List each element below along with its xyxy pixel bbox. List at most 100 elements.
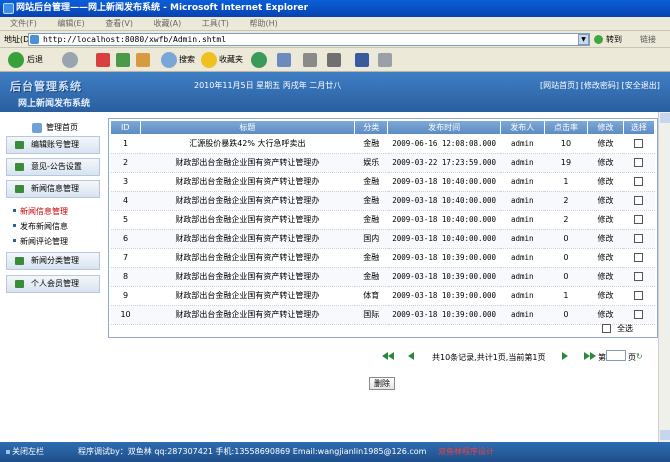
favorites-icon[interactable] <box>201 52 217 68</box>
cell-clicks: 0 <box>544 305 588 325</box>
row-checkbox[interactable] <box>634 138 644 148</box>
back-button[interactable]: 后退 <box>27 52 43 68</box>
sidebar-link-comment-manage[interactable]: 新闻评论管理 <box>13 236 68 247</box>
close-sidebar-link[interactable]: 关闭左栏 <box>6 442 44 462</box>
table-header-row: ID 标题 分类 发布时间 发布人 点击率 修改 选择 <box>111 121 656 134</box>
edit-link[interactable]: 修改 <box>587 210 624 230</box>
edit-link[interactable]: 修改 <box>587 267 624 287</box>
sidebar-item-home[interactable]: 管理首页 <box>6 121 100 135</box>
menu-view[interactable]: 查看(V) <box>105 19 133 28</box>
page-number-input[interactable] <box>606 350 626 361</box>
cell-clicks: 19 <box>544 153 588 173</box>
address-input[interactable]: http://localhost:8080/xwfb/Admin.shtml <box>28 33 590 46</box>
menu-tools[interactable]: 工具(T) <box>202 19 229 28</box>
scroll-down-icon[interactable] <box>660 430 670 440</box>
cell-title[interactable]: 财政部出台金融企业国有资产转让管理办 <box>140 229 355 249</box>
search-button[interactable]: 搜索 <box>179 52 195 68</box>
cell-id: 6 <box>111 229 141 249</box>
back-icon[interactable] <box>8 52 24 68</box>
favorites-button[interactable]: 收藏夹 <box>219 52 243 68</box>
footer-author-link[interactable]: 双鱼林程序设计 <box>438 442 494 462</box>
cell-title[interactable]: 汇源股价暴跌42% 大行急呼卖出 <box>140 134 355 154</box>
cell-select <box>623 153 655 173</box>
edit-link[interactable]: 修改 <box>587 172 624 192</box>
cell-title[interactable]: 财政部出台金融企业国有资产转让管理办 <box>140 153 355 173</box>
cell-select <box>623 229 655 249</box>
logout-link[interactable]: [安全退出] <box>622 81 660 90</box>
go-page-icon[interactable]: ↻ <box>636 352 643 361</box>
folder-icon <box>15 163 24 171</box>
cell-category: 金融 <box>354 248 388 268</box>
edit-link[interactable]: 修改 <box>587 229 624 249</box>
forward-icon[interactable] <box>62 52 78 68</box>
menu-file[interactable]: 文件(F) <box>10 19 37 28</box>
messenger-icon[interactable] <box>355 53 369 67</box>
sidebar-item-notice[interactable]: 意见-公告设置 <box>6 158 100 176</box>
refresh-icon[interactable] <box>116 53 130 67</box>
scroll-up-icon[interactable] <box>660 113 670 123</box>
cell-title[interactable]: 财政部出台金融企业国有资产转让管理办 <box>140 210 355 230</box>
cell-author: admin <box>500 305 545 325</box>
row-checkbox[interactable] <box>634 310 644 319</box>
address-dropdown-icon[interactable]: ▼ <box>578 34 589 45</box>
row-checkbox[interactable] <box>634 291 644 300</box>
sidebar-item-news-info[interactable]: 新闻信息管理 <box>6 180 100 198</box>
print-icon[interactable] <box>303 53 317 67</box>
edit-link[interactable]: 修改 <box>587 134 624 154</box>
delete-button[interactable]: 删除 <box>369 377 395 390</box>
sidebar-item-edit-account[interactable]: 编辑账号管理 <box>6 136 100 154</box>
research-icon[interactable] <box>378 53 392 67</box>
cell-clicks: 1 <box>544 172 588 192</box>
select-all-checkbox[interactable] <box>602 324 611 333</box>
cell-category: 金融 <box>354 191 388 211</box>
cell-title[interactable]: 财政部出台金融企业国有资产转让管理办 <box>140 191 355 211</box>
news-table-panel: ID 标题 分类 发布时间 发布人 点击率 修改 选择 1 汇源股价暴跌42% … <box>108 118 658 338</box>
cell-title[interactable]: 财政部出台金融企业国有资产转让管理办 <box>140 172 355 192</box>
folder-icon <box>15 280 24 288</box>
row-checkbox[interactable] <box>634 272 644 281</box>
row-checkbox[interactable] <box>634 253 644 262</box>
home-icon[interactable] <box>136 53 150 67</box>
mail-icon[interactable] <box>277 53 291 67</box>
site-home-link[interactable]: [网站首页] <box>540 81 578 90</box>
cell-title[interactable]: 财政部出台金融企业国有资产转让管理办 <box>140 248 355 268</box>
sidebar-item-member[interactable]: 个人会员管理 <box>6 275 100 293</box>
change-password-link[interactable]: [修改密码] <box>581 81 619 90</box>
row-checkbox[interactable] <box>634 215 644 224</box>
sidebar-item-category[interactable]: 新闻分类管理 <box>6 252 100 270</box>
search-icon[interactable] <box>161 52 177 68</box>
col-select: 选择 <box>623 121 656 134</box>
cell-time: 2009-03-18 10:39:00.000 <box>387 267 501 287</box>
row-checkbox[interactable] <box>634 196 644 205</box>
row-checkbox[interactable] <box>634 177 644 186</box>
stop-icon[interactable] <box>96 53 110 67</box>
home-icon <box>32 123 42 133</box>
cell-title[interactable]: 财政部出台金融企业国有资产转让管理办 <box>140 305 355 325</box>
cell-title[interactable]: 财政部出台金融企业国有资产转让管理办 <box>140 267 355 287</box>
history-icon[interactable] <box>251 52 267 68</box>
edit-icon[interactable] <box>327 53 341 67</box>
go-icon[interactable] <box>594 35 603 44</box>
sidebar-item-label: 新闻信息管理 <box>31 184 79 193</box>
edit-link[interactable]: 修改 <box>587 286 624 306</box>
edit-link[interactable]: 修改 <box>587 191 624 211</box>
go-button[interactable]: 转到 <box>606 34 622 45</box>
cell-title[interactable]: 财政部出台金融企业国有资产转让管理办 <box>140 286 355 306</box>
menu-favorites[interactable]: 收藏(A) <box>154 19 182 28</box>
edit-link[interactable]: 修改 <box>587 248 624 268</box>
next-page-icon[interactable] <box>562 352 568 360</box>
edit-link[interactable]: 修改 <box>587 153 624 173</box>
cell-select <box>623 267 655 287</box>
sidebar-link-news-manage[interactable]: 新闻信息管理 <box>13 206 68 217</box>
row-checkbox[interactable] <box>634 234 644 243</box>
sidebar-item-label: 编辑账号管理 <box>31 140 79 149</box>
prev-page-icon[interactable] <box>408 352 414 360</box>
pagination: 共10条记录,共计1页,当前第1页 第 页 ↻ <box>378 350 658 364</box>
links-label[interactable]: 链接 <box>640 34 656 45</box>
row-checkbox[interactable] <box>634 158 644 167</box>
vertical-scrollbar[interactable] <box>658 112 670 442</box>
menu-edit[interactable]: 编辑(E) <box>57 19 84 28</box>
edit-link[interactable]: 修改 <box>587 305 624 325</box>
menu-help[interactable]: 帮助(H) <box>249 19 277 28</box>
sidebar-link-publish-news[interactable]: 发布新闻信息 <box>13 221 68 232</box>
